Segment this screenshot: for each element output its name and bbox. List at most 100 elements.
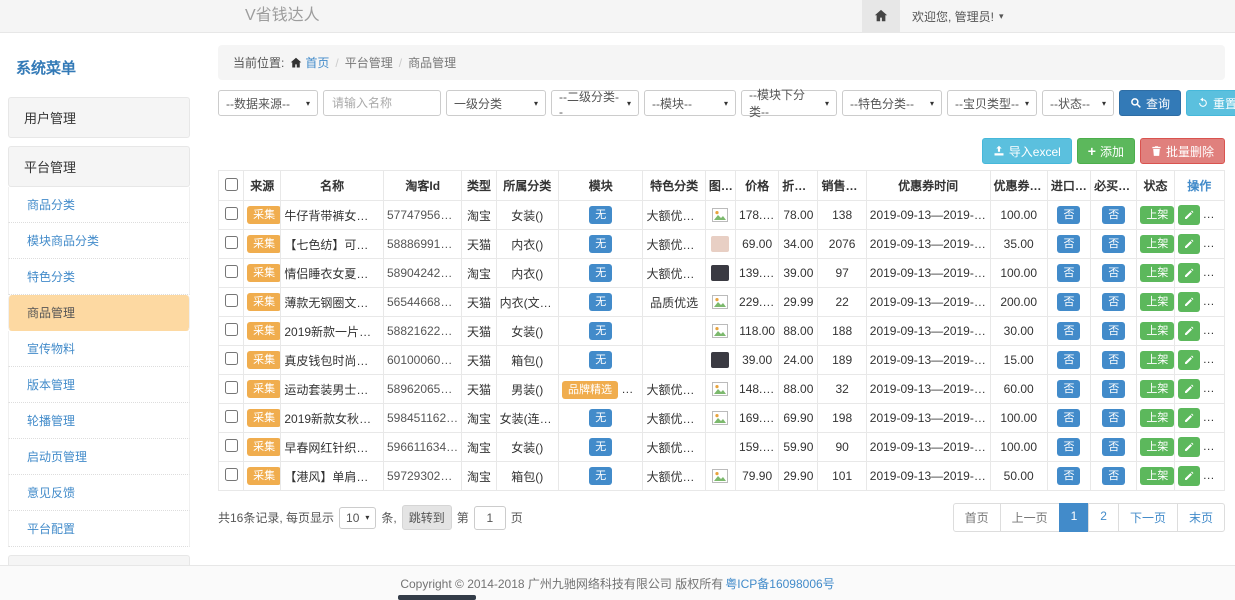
must-buy-badge[interactable]: 否	[1102, 322, 1125, 340]
horizontal-scrollbar-thumb[interactable]	[398, 595, 476, 600]
first-page-button[interactable]: 首页	[953, 503, 1001, 532]
sidebar-sub-item[interactable]: 意见反馈	[8, 475, 190, 511]
status-badge[interactable]: 上架	[1140, 235, 1174, 253]
sales-count: 32	[818, 375, 866, 404]
level1-category-select[interactable]: 一级分类▾	[446, 90, 546, 116]
jump-button[interactable]: 跳转到	[402, 505, 452, 530]
row-checkbox[interactable]	[225, 207, 238, 220]
import-select-badge[interactable]: 否	[1057, 438, 1080, 456]
status-badge[interactable]: 上架	[1140, 438, 1174, 456]
must-buy-badge[interactable]: 否	[1102, 235, 1125, 253]
sidebar-sub-item[interactable]: 商品管理	[8, 295, 190, 331]
next-page-button[interactable]: 下一页	[1118, 503, 1178, 532]
level2-category-select[interactable]: --二级分类--▾	[551, 90, 639, 116]
import-select-badge[interactable]: 否	[1057, 351, 1080, 369]
status-badge[interactable]: 上架	[1140, 351, 1174, 369]
import-excel-button[interactable]: 导入excel	[982, 138, 1072, 164]
status-badge[interactable]: 上架	[1140, 206, 1174, 224]
edit-button[interactable]	[1178, 234, 1200, 254]
must-buy-badge[interactable]: 否	[1102, 467, 1125, 485]
icp-link[interactable]: 粤ICP备16098006号	[725, 575, 834, 592]
import-select-badge[interactable]: 否	[1057, 467, 1080, 485]
import-select-badge[interactable]: 否	[1057, 293, 1080, 311]
edit-button[interactable]	[1178, 379, 1200, 399]
product-name: 运动套装男士卫衣初秋...	[281, 375, 384, 404]
must-buy-badge[interactable]: 否	[1102, 438, 1125, 456]
edit-button[interactable]	[1178, 350, 1200, 370]
sidebar-sub-item[interactable]: 模块商品分类	[8, 223, 190, 259]
column-header: 来源	[244, 171, 281, 201]
last-page-button[interactable]: 末页	[1177, 503, 1225, 532]
sidebar-sub-item[interactable]: 启动页管理	[8, 439, 190, 475]
sidebar-sub-item[interactable]: 版本管理	[8, 367, 190, 403]
feature-category-select[interactable]: --特色分类--▾	[842, 90, 942, 116]
row-checkbox[interactable]	[225, 352, 238, 365]
must-buy-badge[interactable]: 否	[1102, 264, 1125, 282]
sidebar-group-item[interactable]: 平台管理	[8, 146, 190, 187]
item-type-select[interactable]: --宝贝类型--▾	[947, 90, 1037, 116]
import-select-badge[interactable]: 否	[1057, 380, 1080, 398]
must-buy-badge[interactable]: 否	[1102, 380, 1125, 398]
import-select-badge[interactable]: 否	[1057, 322, 1080, 340]
actions-cell	[1174, 317, 1224, 346]
select-all-checkbox[interactable]	[225, 178, 238, 191]
import-select-badge[interactable]: 否	[1057, 235, 1080, 253]
sidebar-sub-item[interactable]: 宣传物料	[8, 331, 190, 367]
must-buy-badge[interactable]: 否	[1102, 293, 1125, 311]
module-cell: 无	[558, 346, 643, 375]
sidebar-sub-item[interactable]: 特色分类	[8, 259, 190, 295]
must-buy-badge[interactable]: 否	[1102, 206, 1125, 224]
row-checkbox[interactable]	[225, 265, 238, 278]
per-page-select[interactable]: 10▾	[339, 507, 376, 529]
status-select[interactable]: --状态--▾	[1042, 90, 1114, 116]
module-select[interactable]: --模块--▾	[644, 90, 736, 116]
row-checkbox[interactable]	[225, 294, 238, 307]
page-number-button[interactable]: 1	[1059, 503, 1090, 532]
import-select-badge[interactable]: 否	[1057, 264, 1080, 282]
page-number-button[interactable]: 2	[1088, 503, 1119, 532]
add-button[interactable]: + 添加	[1077, 138, 1135, 164]
must-buy-badge[interactable]: 否	[1102, 409, 1125, 427]
reset-button[interactable]: 重置	[1186, 90, 1235, 116]
row-checkbox[interactable]	[225, 439, 238, 452]
status-badge[interactable]: 上架	[1140, 409, 1174, 427]
table-row: 采集薄款无钢圈文胸聚拢性...565446685867天猫内衣(文胸)无品质优选…	[219, 288, 1225, 317]
data-source-select[interactable]: --数据来源--▾	[218, 90, 318, 116]
must-buy-badge[interactable]: 否	[1102, 351, 1125, 369]
sidebar-group-item[interactable]: 用户管理	[8, 97, 190, 138]
import-select-badge[interactable]: 否	[1057, 206, 1080, 224]
status-badge[interactable]: 上架	[1140, 380, 1174, 398]
edit-button[interactable]	[1178, 205, 1200, 225]
status-badge[interactable]: 上架	[1140, 322, 1174, 340]
module-badge: 无	[589, 409, 612, 427]
edit-button[interactable]	[1178, 321, 1200, 341]
status-badge[interactable]: 上架	[1140, 467, 1174, 485]
sidebar-sub-item[interactable]: 平台配置	[8, 511, 190, 547]
home-button[interactable]	[862, 0, 900, 32]
edit-button[interactable]	[1178, 263, 1200, 283]
page-jump-input[interactable]	[474, 506, 506, 530]
row-checkbox[interactable]	[225, 381, 238, 394]
prev-page-button[interactable]: 上一页	[1000, 503, 1060, 532]
status-badge[interactable]: 上架	[1140, 264, 1174, 282]
row-checkbox[interactable]	[225, 410, 238, 423]
source-badge: 采集	[247, 264, 281, 282]
row-checkbox[interactable]	[225, 236, 238, 249]
batch-delete-button[interactable]: 批量删除	[1140, 138, 1225, 164]
breadcrumb-home-link[interactable]: 首页	[290, 54, 329, 71]
import-select-badge[interactable]: 否	[1057, 409, 1080, 427]
row-checkbox[interactable]	[225, 468, 238, 481]
status-badge[interactable]: 上架	[1140, 293, 1174, 311]
sidebar-sub-item[interactable]: 轮播管理	[8, 403, 190, 439]
search-button[interactable]: 查询	[1119, 90, 1181, 116]
edit-button[interactable]	[1178, 437, 1200, 457]
edit-button[interactable]	[1178, 408, 1200, 428]
user-menu[interactable]: 欢迎您, 管理员! ▾	[900, 0, 1016, 32]
module-subcategory-select[interactable]: --模块下分类--▾	[741, 90, 837, 116]
discount-price: 24.00	[779, 346, 818, 375]
row-checkbox[interactable]	[225, 323, 238, 336]
edit-button[interactable]	[1178, 466, 1200, 486]
edit-button[interactable]	[1178, 292, 1200, 312]
sidebar-sub-item[interactable]: 商品分类	[8, 187, 190, 223]
name-input[interactable]	[323, 90, 441, 116]
